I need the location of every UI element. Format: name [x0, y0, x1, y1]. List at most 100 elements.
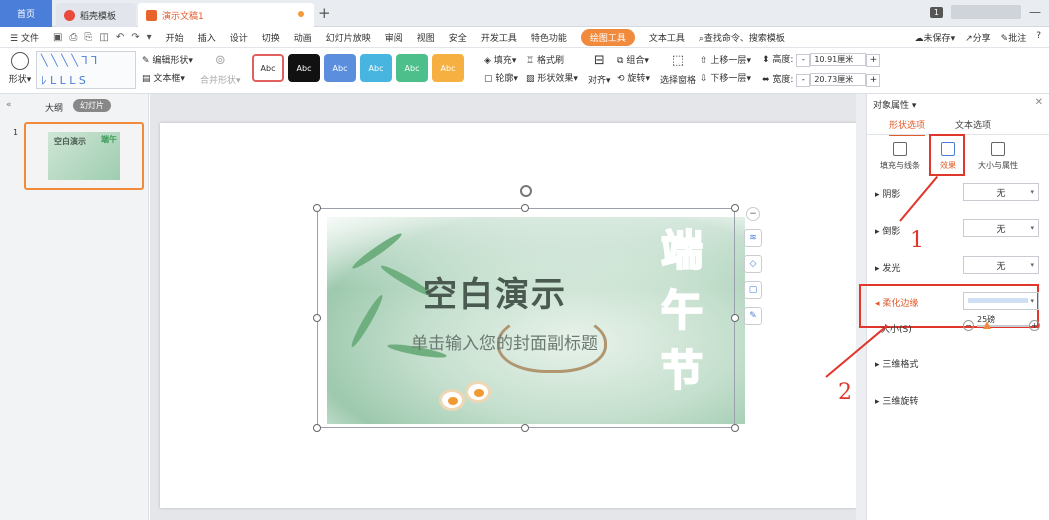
- undo-icon[interactable]: ↶: [116, 32, 124, 43]
- height-input[interactable]: 10.91厘米: [810, 53, 867, 66]
- menu-search[interactable]: ⌕查找命令、搜索模板: [699, 31, 785, 44]
- menu-slideshow[interactable]: 幻灯片放映: [326, 31, 371, 44]
- collapse-icon[interactable]: «: [6, 100, 12, 110]
- outline-button[interactable]: ▢ 轮廓▾: [484, 71, 518, 84]
- resize-handle[interactable]: [731, 424, 739, 432]
- resize-handle[interactable]: [313, 204, 321, 212]
- width-decrease[interactable]: -: [796, 74, 811, 87]
- menu-review[interactable]: 审阅: [385, 31, 403, 44]
- collapse-toolbar-icon[interactable]: −: [746, 207, 760, 221]
- subtab-fill-line[interactable]: 填充与线条: [875, 142, 925, 171]
- menu-view[interactable]: 视图: [417, 31, 435, 44]
- format-brush-button[interactable]: ♖ 格式刷: [526, 53, 578, 66]
- tab-home[interactable]: 首页: [0, 0, 52, 27]
- share-button[interactable]: ↗分享: [965, 31, 991, 44]
- layers-icon[interactable]: ≋: [744, 229, 762, 247]
- style-preset-4[interactable]: Abc: [360, 54, 392, 82]
- selection-pane-button[interactable]: 选择窗格: [660, 73, 696, 86]
- floating-toolbar: − ≋ ◇ ▢ ✎: [744, 207, 762, 325]
- menu-developer[interactable]: 开发工具: [481, 31, 517, 44]
- menu-insert[interactable]: 插入: [198, 31, 216, 44]
- tab-text-options[interactable]: 文本选项: [955, 118, 991, 131]
- reflection-row[interactable]: ▸ 倒影: [875, 224, 900, 237]
- slide-thumbnail[interactable]: 空白演示 端午: [24, 122, 144, 190]
- three-d-format-row[interactable]: ▸ 三维格式: [875, 357, 918, 370]
- menu-animation[interactable]: 动画: [294, 31, 312, 44]
- menu-file[interactable]: ☰ 文件: [10, 31, 39, 44]
- fill-button[interactable]: ◈ 填充▾: [484, 53, 518, 66]
- merge-shape-button[interactable]: 合并形状▾: [200, 73, 241, 86]
- send-backward-button[interactable]: ⇩ 下移一层▾: [700, 71, 751, 84]
- menu-features[interactable]: 特色功能: [531, 31, 567, 44]
- size-increase-button[interactable]: +: [1029, 320, 1040, 331]
- style-preset-6[interactable]: Abc: [432, 54, 464, 82]
- pen-icon[interactable]: ✎: [744, 307, 762, 325]
- help-icon[interactable]: ?: [1036, 31, 1041, 44]
- fill-bucket-icon[interactable]: ◇: [744, 255, 762, 273]
- style-preset-1[interactable]: Abc: [252, 54, 284, 82]
- menu-text-tools[interactable]: 文本工具: [649, 31, 685, 44]
- width-input[interactable]: 20.73厘米: [810, 73, 867, 86]
- soft-edge-row[interactable]: ◂ 柔化边缘: [875, 296, 918, 309]
- text-box-button[interactable]: ▤ 文本框▾: [142, 71, 193, 84]
- tab-document[interactable]: 演示文稿1: [138, 3, 314, 27]
- three-d-format-label: 三维格式: [882, 360, 919, 370]
- close-icon[interactable]: ✕: [1035, 97, 1043, 108]
- menu-drawing-tools[interactable]: 绘图工具: [580, 28, 635, 46]
- redo-icon[interactable]: ↷: [131, 32, 139, 43]
- menu-design[interactable]: 设计: [230, 31, 248, 44]
- line-gallery[interactable]: ╲ ╲ ╲ ╲ ⅂ ⅂ ﾚ Ⅼ Ⅼ Ⅼ S: [36, 51, 136, 89]
- subtab-size-label: 大小与属性: [978, 161, 1018, 170]
- shape-label: 形状: [8, 75, 27, 85]
- tab-slides[interactable]: 幻灯片: [73, 99, 111, 112]
- soft-edge-select[interactable]: ▾: [963, 292, 1039, 310]
- resize-handle[interactable]: [521, 424, 529, 432]
- minimize-icon[interactable]: —: [1029, 5, 1041, 19]
- resize-handle[interactable]: [731, 204, 739, 212]
- menu-security[interactable]: 安全: [449, 31, 467, 44]
- shadow-row[interactable]: ▸ 阴影: [875, 187, 900, 200]
- comment-button[interactable]: ✎批注: [1001, 31, 1027, 44]
- print-icon[interactable]: ⎘: [84, 32, 92, 43]
- tab-template[interactable]: 稻壳模板: [56, 3, 136, 27]
- edit-shape-button[interactable]: ✎ 编辑形状▾: [142, 53, 193, 66]
- panel-title[interactable]: 对象属性 ▾: [873, 98, 916, 111]
- height-increase[interactable]: +: [866, 54, 881, 67]
- shadow-select[interactable]: 无 ▾: [963, 183, 1039, 201]
- menu-home[interactable]: 开始: [166, 31, 184, 44]
- height-decrease[interactable]: -: [796, 54, 811, 67]
- glow-select[interactable]: 无 ▾: [963, 256, 1039, 274]
- preview-icon[interactable]: ◫: [99, 32, 108, 43]
- glow-row[interactable]: ▸ 发光: [875, 261, 900, 274]
- avatar[interactable]: [951, 5, 1021, 19]
- resize-handle[interactable]: [521, 204, 529, 212]
- bring-forward-button[interactable]: ⇧ 上移一层▾: [700, 53, 751, 66]
- outline-icon[interactable]: ▢: [744, 281, 762, 299]
- menu-transition[interactable]: 切换: [262, 31, 280, 44]
- rotate-button[interactable]: ⟲ 旋转▾: [617, 71, 650, 84]
- align-button[interactable]: 对齐▾: [588, 73, 611, 86]
- save-icon[interactable]: ▣: [53, 32, 62, 43]
- dropdown-icon[interactable]: ▾: [147, 32, 152, 43]
- size-decrease-button[interactable]: −: [963, 320, 974, 331]
- style-preset-5[interactable]: Abc: [396, 54, 428, 82]
- resize-handle[interactable]: [313, 424, 321, 432]
- group-button[interactable]: ⧉ 组合▾: [617, 53, 650, 66]
- style-preset-3[interactable]: Abc: [324, 54, 356, 82]
- three-d-rotation-row[interactable]: ▸ 三维旋转: [875, 394, 918, 407]
- reflection-select[interactable]: 无 ▾: [963, 219, 1039, 237]
- new-tab-button[interactable]: +: [318, 4, 331, 22]
- resize-handle[interactable]: [313, 314, 321, 322]
- width-row: ⬌ 宽度: -20.73厘米 +: [762, 72, 881, 87]
- export-icon[interactable]: ⎙: [69, 32, 77, 43]
- rotate-handle-icon[interactable]: [520, 185, 532, 197]
- selection-frame: [317, 208, 735, 428]
- subtab-size-properties[interactable]: 大小与属性: [971, 142, 1025, 171]
- tab-outline[interactable]: 大纲: [45, 101, 63, 114]
- unsaved-button[interactable]: ☁未保存▾: [915, 31, 956, 44]
- shape-effect-button[interactable]: ▨ 形状效果▾: [526, 71, 578, 84]
- style-preset-2[interactable]: Abc: [288, 54, 320, 82]
- resize-handle[interactable]: [731, 314, 739, 322]
- width-increase[interactable]: +: [866, 74, 881, 87]
- shape-button[interactable]: 形状▾: [6, 52, 34, 85]
